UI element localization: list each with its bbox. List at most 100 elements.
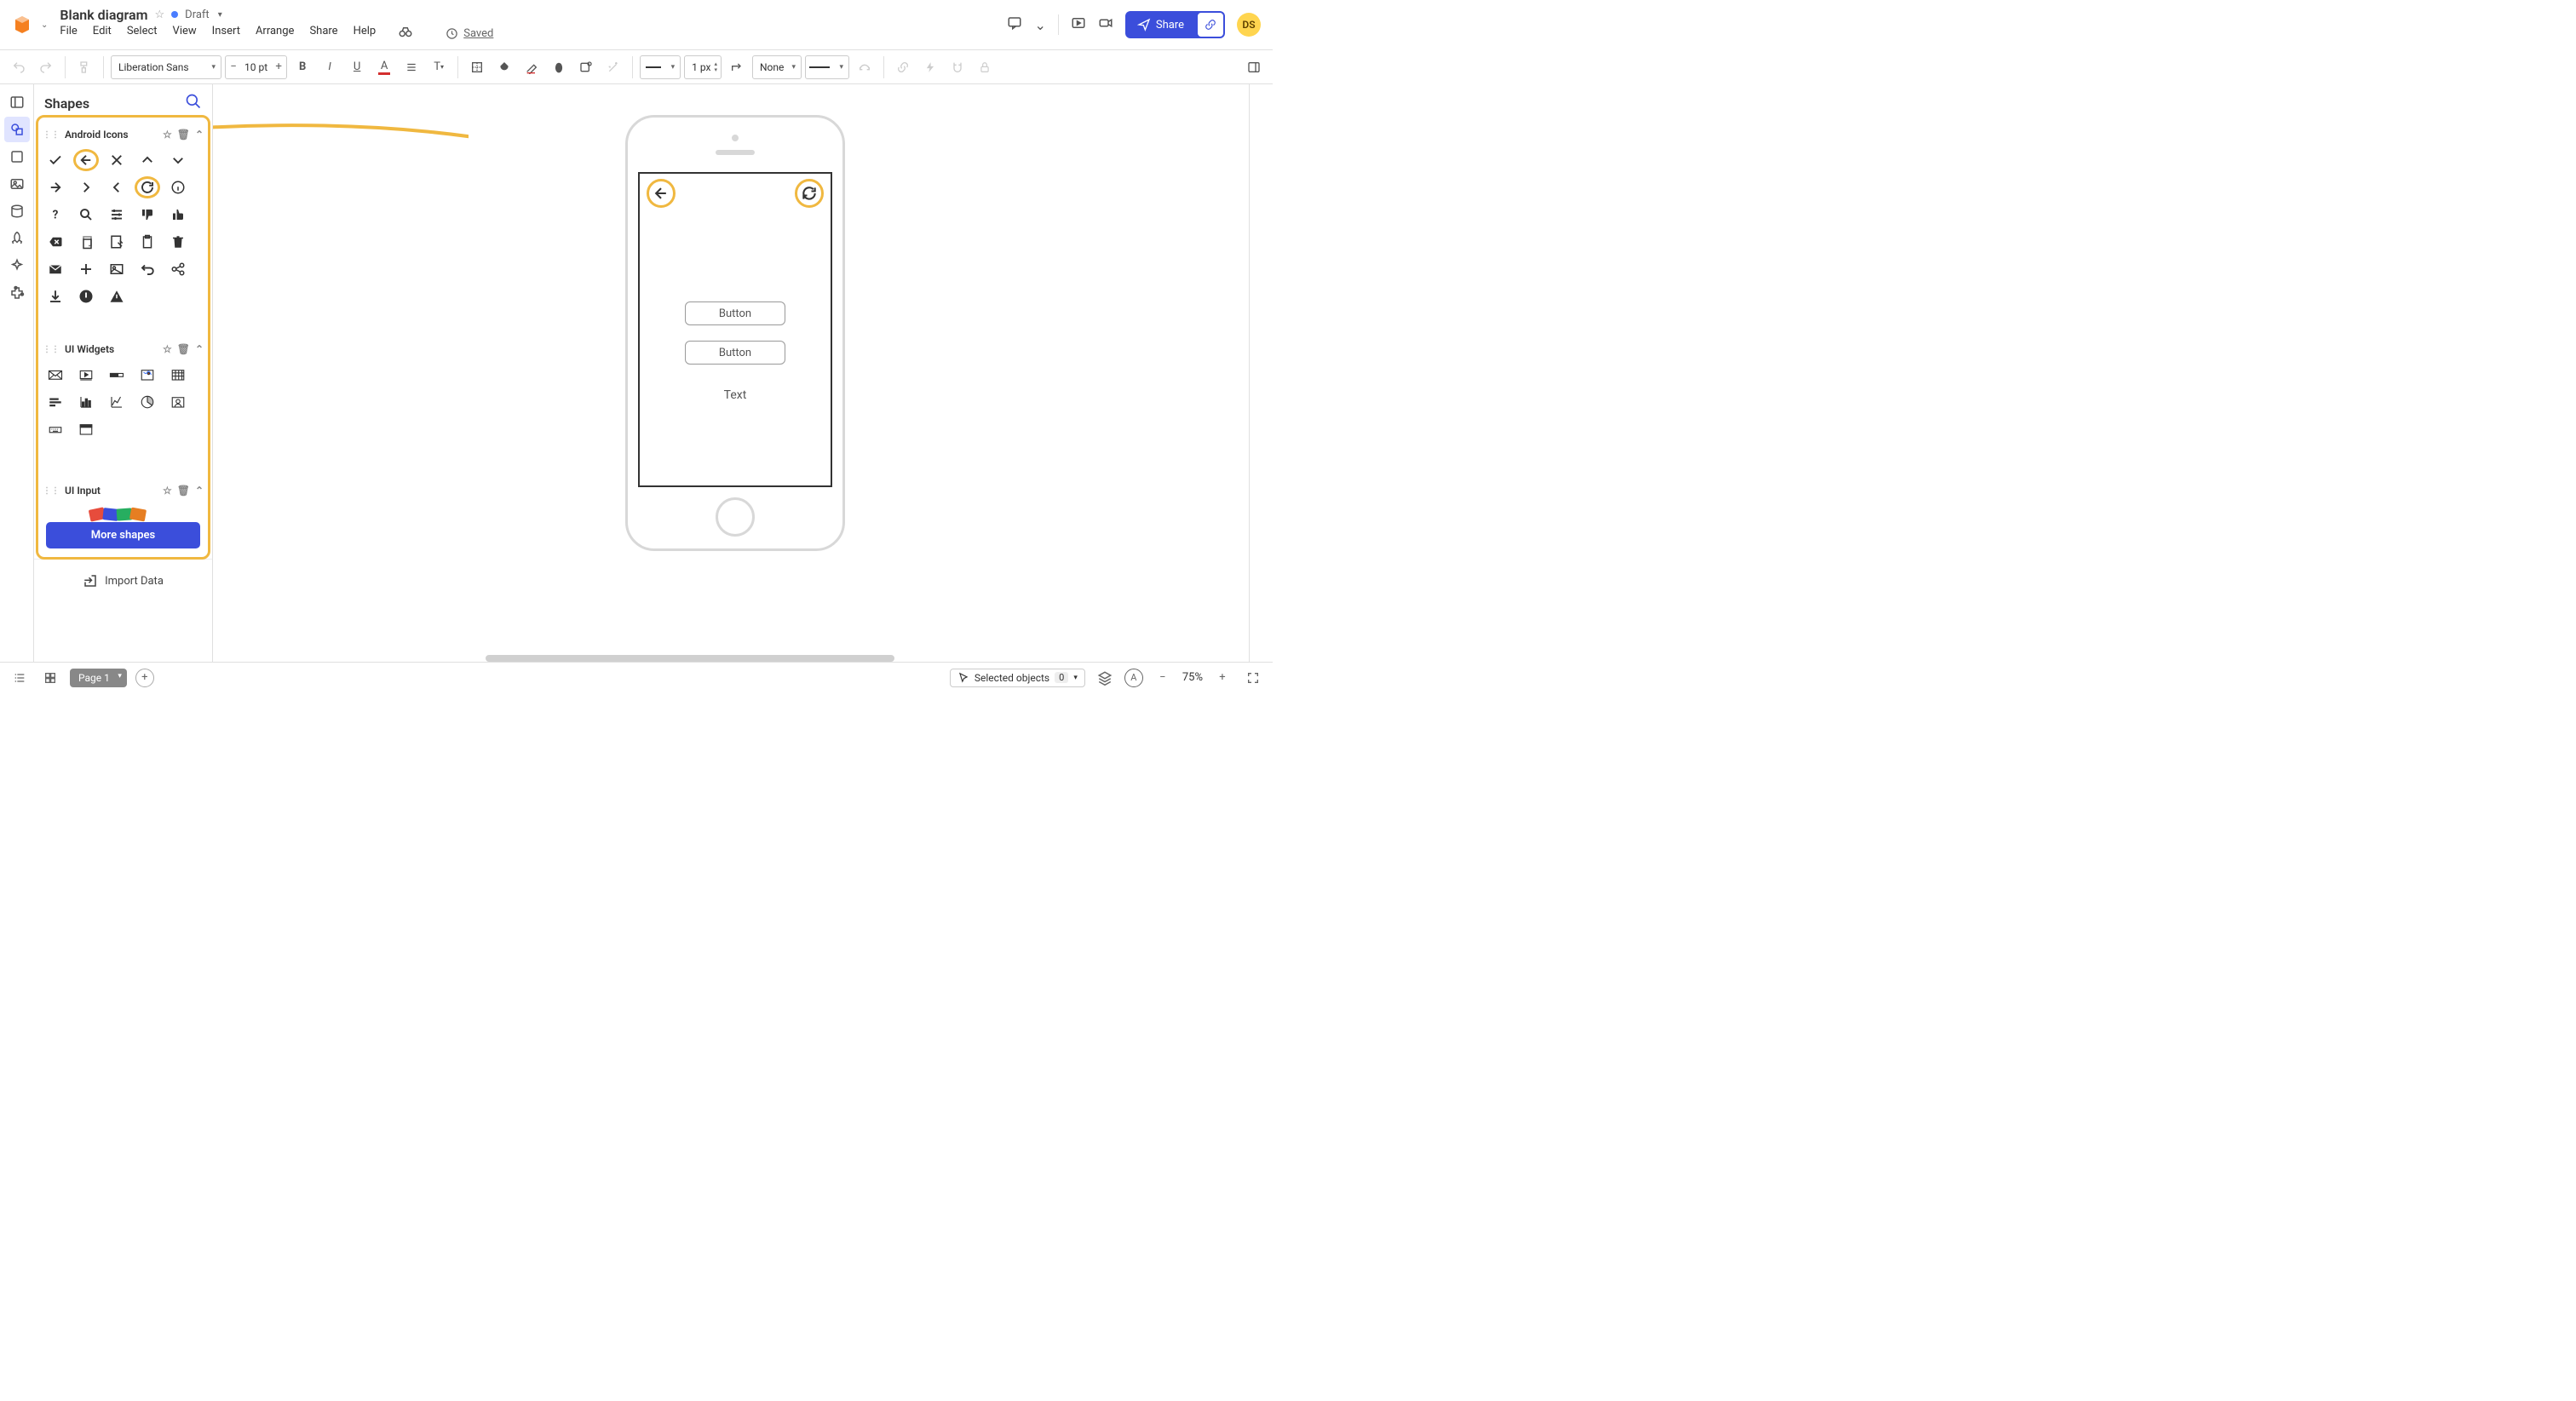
clipboard-icon[interactable]	[135, 231, 160, 253]
draft-chevron-icon[interactable]: ▾	[218, 10, 222, 20]
paint-format-button[interactable]	[72, 55, 96, 79]
phone-screen[interactable]: Button Button Text	[638, 172, 832, 487]
saved-status[interactable]: Saved	[446, 25, 493, 43]
chevron-down-icon[interactable]	[165, 149, 191, 171]
thumb-up-icon[interactable]	[165, 204, 191, 226]
widget-map[interactable]	[135, 364, 160, 386]
canvas[interactable]: Button Button Text	[213, 84, 1249, 662]
menu-file[interactable]: File	[60, 25, 77, 43]
widget-browser[interactable]	[73, 418, 99, 440]
italic-button[interactable]: I	[318, 55, 342, 79]
text-color-button[interactable]: A	[372, 55, 396, 79]
trash-icon[interactable]: 🗑	[177, 129, 190, 141]
chevron-up-icon[interactable]: ⌃	[195, 129, 204, 141]
widget-contact[interactable]	[165, 391, 191, 413]
line-width-stepper[interactable]: 1 px ▴▾	[684, 55, 722, 79]
layers-icon[interactable]	[1094, 667, 1116, 689]
download-icon[interactable]	[43, 285, 68, 307]
menu-share[interactable]: Share	[309, 25, 337, 43]
menu-insert[interactable]: Insert	[212, 25, 240, 43]
panel-toggle-button[interactable]	[1242, 55, 1266, 79]
star-icon[interactable]: ☆	[163, 485, 172, 497]
text-options-button[interactable]: T▾	[427, 55, 451, 79]
copy-icon[interactable]	[73, 231, 99, 253]
search-icon[interactable]	[185, 93, 202, 113]
widget-line-chart[interactable]	[104, 391, 129, 413]
chevron-down-icon[interactable]: ⌄	[1034, 17, 1045, 33]
widget-progress[interactable]	[104, 364, 129, 386]
right-panel-collapsed[interactable]	[1249, 84, 1273, 662]
import-data-button[interactable]: Import Data	[34, 559, 212, 602]
widget-pie[interactable]	[135, 391, 160, 413]
widget-keyboard[interactable]	[43, 418, 68, 440]
phone-mockup[interactable]: Button Button Text	[625, 115, 845, 551]
magic-button[interactable]	[601, 55, 625, 79]
mockup-button-1[interactable]: Button	[685, 301, 785, 325]
underline-button[interactable]: U	[345, 55, 369, 79]
drag-handle-icon[interactable]: ⋮⋮	[43, 130, 60, 140]
error-icon[interactable]	[73, 285, 99, 307]
mockup-button-2[interactable]: Button	[685, 341, 785, 365]
user-avatar[interactable]: DS	[1237, 13, 1261, 37]
chevron-right-icon[interactable]	[73, 176, 99, 198]
warning-icon[interactable]	[104, 285, 129, 307]
undo-button[interactable]	[7, 55, 31, 79]
chevron-up-icon[interactable]: ⌃	[195, 485, 204, 497]
selected-objects-button[interactable]: Selected objects 0 ▾	[950, 669, 1085, 687]
rail-image-icon[interactable]	[4, 171, 30, 197]
arrow-back-icon[interactable]	[73, 149, 99, 171]
star-icon[interactable]: ☆	[155, 9, 165, 21]
chevron-up-icon[interactable]	[135, 149, 160, 171]
arrow-forward-icon[interactable]	[43, 176, 68, 198]
font-family-select[interactable]: Liberation Sans	[111, 55, 221, 79]
annotate-icon[interactable]: A	[1124, 669, 1143, 687]
plus-icon[interactable]	[73, 258, 99, 280]
thumb-down-icon[interactable]	[135, 204, 160, 226]
trash-icon[interactable]: 🗑	[177, 485, 190, 497]
widget-calendar[interactable]	[165, 364, 191, 386]
menu-view[interactable]: View	[173, 25, 197, 43]
share-link-button[interactable]	[1197, 12, 1224, 37]
font-size-stepper[interactable]: − 10 pt +	[225, 55, 287, 79]
page-tab[interactable]: Page 1	[70, 669, 127, 687]
magnet-button[interactable]	[946, 55, 969, 79]
rail-data-icon[interactable]	[4, 198, 30, 224]
shape-options-button[interactable]	[574, 55, 598, 79]
find-icon[interactable]	[398, 25, 413, 43]
logo-chevron-icon[interactable]: ⌄	[41, 20, 48, 30]
rail-panel-icon[interactable]	[4, 89, 30, 115]
section-ui-widgets[interactable]: ⋮⋮ UI Widgets ☆ 🗑 ⌃	[43, 340, 204, 359]
grid-view-icon[interactable]	[39, 667, 61, 689]
back-icon[interactable]	[647, 179, 676, 208]
drag-handle-icon[interactable]: ⋮⋮	[43, 345, 60, 354]
font-size-decrease[interactable]: −	[226, 60, 241, 73]
widget-bar-v[interactable]	[73, 391, 99, 413]
redo-button[interactable]	[34, 55, 58, 79]
gradient-button[interactable]	[547, 55, 571, 79]
lock-button[interactable]	[973, 55, 997, 79]
present-icon[interactable]	[1071, 15, 1086, 34]
document-title[interactable]: Blank diagram	[60, 7, 147, 23]
shape-fill-button[interactable]	[465, 55, 489, 79]
mail-icon[interactable]	[43, 258, 68, 280]
section-android-icons[interactable]: ⋮⋮ Android Icons ☆ 🗑 ⌃	[43, 125, 204, 144]
star-icon[interactable]: ☆	[163, 129, 172, 141]
link-button[interactable]	[891, 55, 915, 79]
menu-edit[interactable]: Edit	[93, 25, 112, 43]
rail-rocket-icon[interactable]	[4, 226, 30, 251]
section-ui-input[interactable]: ⋮⋮ UI Input ☆ 🗑 ⌃	[43, 481, 204, 500]
widget-envelope[interactable]	[43, 364, 68, 386]
record-icon[interactable]	[1098, 15, 1113, 34]
zoom-level[interactable]: 75%	[1182, 671, 1203, 684]
arrow-end-select[interactable]	[805, 55, 849, 79]
font-size-increase[interactable]: +	[271, 60, 286, 73]
tune-icon[interactable]	[104, 204, 129, 226]
border-color-button[interactable]	[520, 55, 543, 79]
align-button[interactable]	[400, 55, 423, 79]
zoom-in-button[interactable]: +	[1211, 667, 1233, 689]
line-style-select[interactable]	[640, 55, 681, 79]
add-page-button[interactable]: +	[135, 669, 154, 687]
share-button[interactable]: Share	[1125, 11, 1225, 38]
horizontal-scrollbar[interactable]	[486, 655, 894, 662]
undo-icon[interactable]	[135, 258, 160, 280]
